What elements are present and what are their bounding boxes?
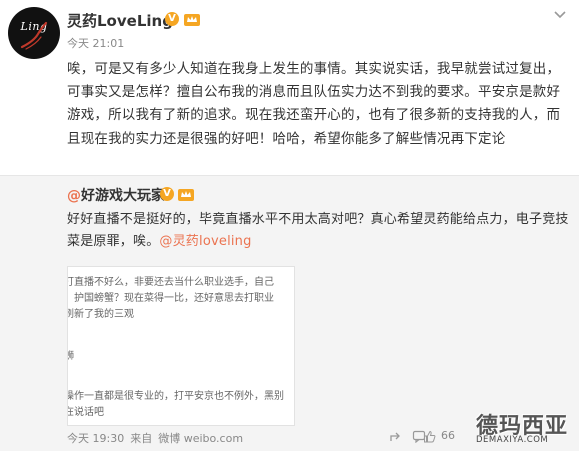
watermark-en: DEMAXIYA.COM (476, 435, 549, 445)
avatar-logo-mark (20, 21, 48, 50)
repost-text: 好好直播不是挺好的，毕竟直播水平不用太高对吧？真心希望灵药能给点力，电子竞技菜是… (67, 209, 572, 253)
site-watermark: 德玛西亚 DEMAXIYA.COM (476, 408, 576, 450)
repost-text-body: 好好直播不是挺好的，毕竟直播水平不用太高对吧？真心希望灵药能给点力，电子竞技菜是… (67, 212, 569, 249)
image-thumbnail[interactable]: 打直播不好么，非要还去当什么职业选手，自己 ，护国螃蟹？现在菜得一比，还好意思去… (67, 266, 295, 426)
post-content: 唉，可是又有多少人知道在我身上发生的事情。其实说实话，我早就尝试过复出，可事实又… (67, 61, 561, 147)
source-link[interactable]: 微博 weibo.com (158, 432, 243, 445)
share-icon[interactable] (389, 431, 403, 443)
repost-meta: 今天 19:30 来自 微博 weibo.com (67, 430, 243, 446)
thumb-text-line: 操作一直都是很专业的，打平安京也不例外，黑别 (67, 391, 284, 402)
crown-icon[interactable] (177, 186, 195, 202)
thumb-text-line: ，护国螃蟹？现在菜得一比，还好意思去打职业 (67, 293, 274, 304)
weibo-post: Ling 灵药LoveLing V 今天 21:01 唉，可是又有多少人知道在我… (0, 0, 579, 175)
source-prefix: 来自 (130, 432, 153, 445)
avatar[interactable]: Ling (8, 7, 60, 59)
repost-username[interactable]: @好游戏大玩家 (67, 185, 165, 205)
crown-icon[interactable] (183, 11, 201, 27)
mention-link[interactable]: @灵药loveling (159, 234, 251, 249)
thumb-text-line: 蛳 (68, 347, 74, 362)
at-sign: @ (67, 188, 81, 204)
thumb-text-line: 打直播不好么，非要还去当什么职业选手，自己 (67, 277, 274, 288)
username[interactable]: 灵药LoveLing (67, 10, 173, 31)
like-count[interactable]: 66 (441, 429, 455, 442)
like-icon[interactable] (423, 430, 436, 443)
thumb-text-line: 在说话吧 (67, 407, 104, 418)
thumb-text-line: 刷新了我的三观 (67, 309, 134, 320)
repost-time[interactable]: 今天 19:30 (67, 432, 124, 445)
chevron-down-icon[interactable] (553, 10, 567, 20)
verified-badge-icon: V (160, 187, 174, 201)
repost-username-text: 好游戏大玩家 (81, 188, 165, 204)
post-time[interactable]: 今天 21:01 (67, 35, 124, 51)
verified-badge-icon: V (165, 12, 179, 26)
